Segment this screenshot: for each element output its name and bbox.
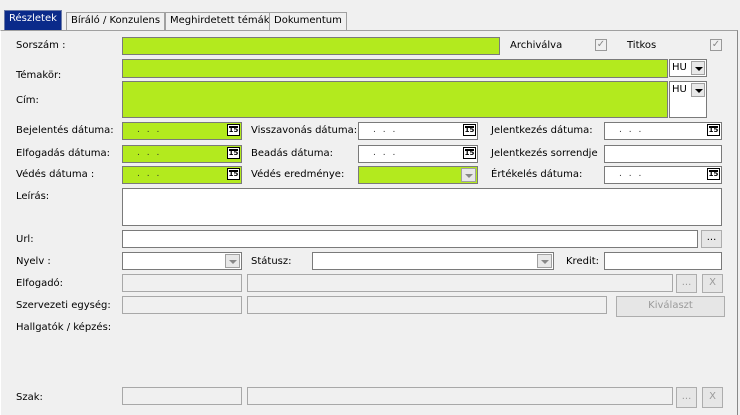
leiras-label: Leírás:: [16, 191, 50, 202]
szak-name-input: [247, 387, 673, 405]
leiras-textarea[interactable]: [122, 188, 722, 226]
tab-meghirdetett-temak[interactable]: Meghirdetett témák: [165, 12, 275, 30]
chevron-down-icon[interactable]: [691, 83, 705, 97]
statusz-label: Státusz:: [251, 256, 292, 267]
chevron-down-icon[interactable]: [225, 254, 240, 268]
archivalva-checkbox[interactable]: ✓: [595, 39, 607, 51]
url-input[interactable]: [122, 230, 698, 248]
calendar-icon[interactable]: 15: [463, 147, 476, 159]
date-placeholder: . . .: [619, 169, 644, 179]
date-placeholder: . . .: [619, 125, 644, 135]
calendar-icon[interactable]: 15: [707, 168, 720, 180]
elfogado-label: Elfogadó:: [16, 278, 64, 289]
vedes-date-input[interactable]: . . . 15: [122, 166, 242, 184]
url-browse-button[interactable]: ...: [701, 230, 722, 248]
temakor-language-value: HU: [672, 62, 687, 73]
szak-label: Szak:: [16, 392, 43, 403]
tab-reszletek[interactable]: Részletek: [4, 10, 62, 31]
nyelv-select[interactable]: [122, 252, 242, 270]
statusz-select[interactable]: [312, 252, 554, 270]
kivalaszt-button[interactable]: Kiválaszt: [616, 296, 725, 317]
date-placeholder: . . .: [137, 169, 162, 179]
date-placeholder: . . .: [137, 148, 162, 158]
temakor-language-select[interactable]: HU: [669, 59, 707, 77]
elfogado-code-input: [122, 274, 242, 292]
bejelentes-label: Bejelentés dátuma:: [16, 125, 114, 136]
jelentkezes-sorrendje-input[interactable]: [604, 145, 722, 163]
jelentkezes-date-input[interactable]: . . . 15: [604, 122, 722, 140]
tab-biralo-konzulens[interactable]: Bíráló / Konzulens: [66, 12, 166, 30]
szervezeti-name-input: [247, 296, 607, 314]
url-label: Url:: [16, 234, 34, 245]
date-placeholder: . . .: [137, 125, 162, 135]
calendar-icon[interactable]: 15: [707, 124, 720, 136]
sorszam-input[interactable]: [122, 37, 500, 55]
elfogadas-label: Elfogadás dátuma:: [16, 148, 111, 159]
titkos-checkbox[interactable]: ✓: [710, 39, 722, 51]
visszavonas-date-input[interactable]: . . . 15: [358, 122, 478, 140]
nyelv-label: Nyelv :: [16, 256, 51, 267]
date-placeholder: . . .: [373, 125, 398, 135]
archivalva-label: Archiválva: [510, 40, 563, 51]
vedes-eredmenye-select[interactable]: [358, 166, 478, 184]
chevron-down-icon[interactable]: [691, 61, 705, 75]
cim-label: Cím:: [16, 95, 39, 106]
cim-language-value: HU: [672, 84, 687, 95]
ertekeles-date-input[interactable]: . . . 15: [604, 166, 722, 184]
jelentkezes-label: Jelentkezés dátuma:: [491, 125, 593, 136]
sorszam-label: Sorszám :: [16, 40, 66, 51]
calendar-icon[interactable]: 15: [463, 124, 476, 136]
tab-bar: Részletek Bíráló / Konzulens Meghirdetet…: [0, 0, 740, 31]
visszavonas-label: Visszavonás dátuma:: [251, 125, 358, 136]
chevron-down-icon[interactable]: [461, 168, 476, 182]
elfogado-browse-button[interactable]: ...: [676, 274, 697, 293]
hallgatok-kepzes-label: Hallgatók / képzés:: [16, 322, 112, 333]
kredit-input[interactable]: [604, 252, 722, 270]
temakor-label: Témakör:: [16, 70, 62, 81]
beadas-label: Beadás dátuma:: [251, 148, 333, 159]
szak-clear-button[interactable]: X: [702, 387, 723, 408]
cim-language-select[interactable]: HU: [669, 81, 707, 118]
ertekeles-label: Értékelés dátuma:: [491, 169, 583, 180]
elfogado-clear-button[interactable]: X: [702, 274, 723, 293]
szervezeti-egyseg-label: Szervezeti egység:: [16, 300, 111, 311]
szervezeti-code-input: [122, 296, 242, 314]
szak-code-input: [122, 387, 242, 405]
calendar-icon[interactable]: 15: [227, 147, 240, 159]
cim-input[interactable]: [122, 81, 668, 118]
szak-browse-button[interactable]: ...: [676, 387, 697, 408]
calendar-icon[interactable]: 15: [227, 124, 240, 136]
beadas-date-input[interactable]: . . . 15: [358, 145, 478, 163]
date-placeholder: . . .: [373, 148, 398, 158]
kredit-label: Kredit:: [566, 256, 600, 267]
vedes-eredmenye-label: Védés eredménye:: [251, 169, 345, 180]
titkos-label: Titkos: [627, 40, 657, 51]
jelentkezes-sorrendje-label: Jelentkezés sorrendje: [491, 148, 598, 159]
chevron-down-icon[interactable]: [537, 254, 552, 268]
elfogadas-date-input[interactable]: . . . 15: [122, 145, 242, 163]
tab-dokumentum[interactable]: Dokumentum: [269, 12, 347, 30]
bejelentes-date-input[interactable]: . . . 15: [122, 122, 242, 140]
vedes-datuma-label: Védés dátuma :: [16, 169, 95, 180]
elfogado-name-input: [247, 274, 673, 292]
calendar-icon[interactable]: 15: [227, 168, 240, 180]
temakor-input[interactable]: [122, 59, 668, 78]
